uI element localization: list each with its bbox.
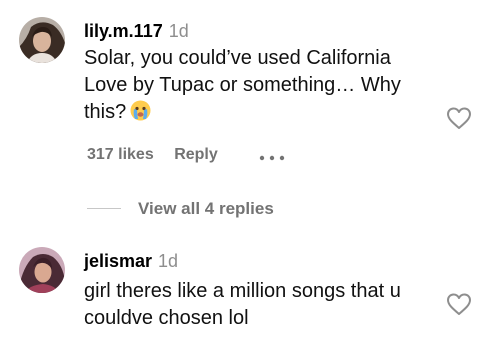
- heart-outline-icon[interactable]: [446, 292, 472, 316]
- view-replies-button[interactable]: View all 4 replies: [138, 199, 274, 219]
- heart-outline-icon[interactable]: [446, 106, 472, 130]
- crying-face-emoji-icon: [130, 100, 151, 121]
- comment-text: Solar, you could’ve used California Love…: [84, 45, 434, 126]
- comment-header: lily.m.117 1d: [84, 21, 189, 42]
- comment-item: lily.m.117 1d Solar, you could’ve used Ca…: [0, 0, 491, 230]
- username[interactable]: lily.m.117: [84, 21, 163, 41]
- comment-actions: 317 likes Reply: [87, 146, 218, 164]
- likes-count[interactable]: 317 likes: [87, 146, 154, 164]
- more-options-icon[interactable]: [259, 149, 285, 167]
- timestamp: 1d: [168, 21, 189, 41]
- replies-divider: [87, 208, 121, 209]
- timestamp: 1d: [158, 251, 179, 271]
- username[interactable]: jelismar: [84, 251, 152, 271]
- comment-header: jelismar 1d: [84, 251, 178, 272]
- avatar[interactable]: [19, 247, 65, 293]
- comment-text: girl theres like a million songs that u …: [84, 280, 401, 329]
- avatar[interactable]: [19, 17, 65, 63]
- comment-item: jelismar 1d girl theres like a million so…: [0, 230, 491, 341]
- reply-button[interactable]: Reply: [174, 146, 218, 164]
